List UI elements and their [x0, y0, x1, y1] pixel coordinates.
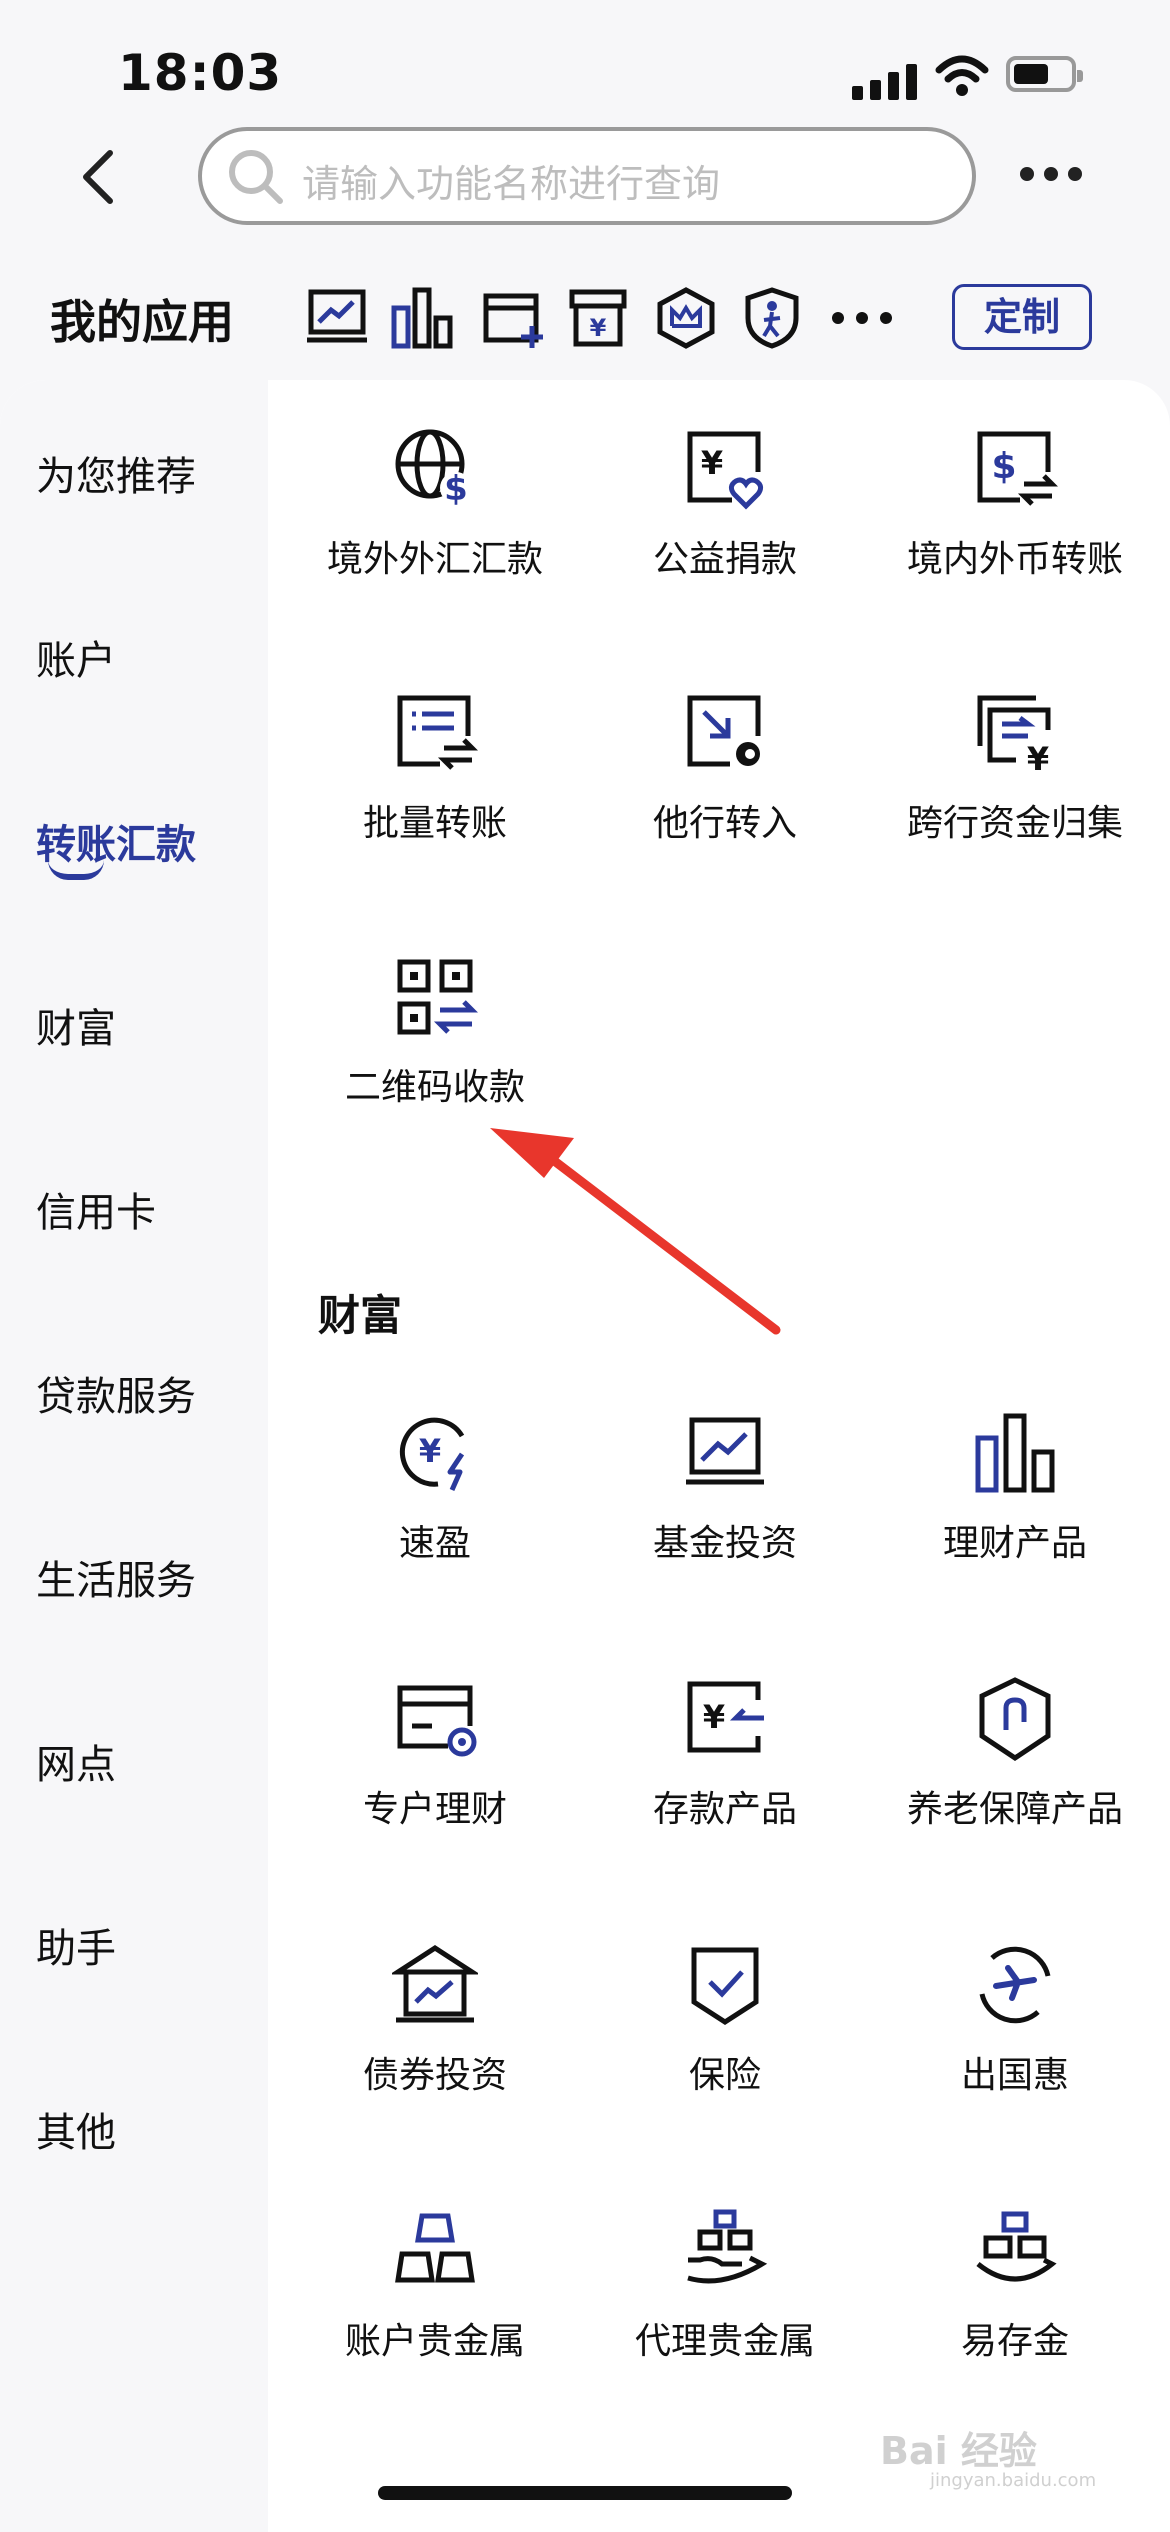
watermark-url: jingyan.baidu.com [930, 2470, 1097, 2491]
watermark-logo: Bai 经验 [880, 2429, 1037, 2473]
annotation-arrow [490, 1128, 781, 1335]
home-indicator[interactable] [378, 2486, 792, 2500]
